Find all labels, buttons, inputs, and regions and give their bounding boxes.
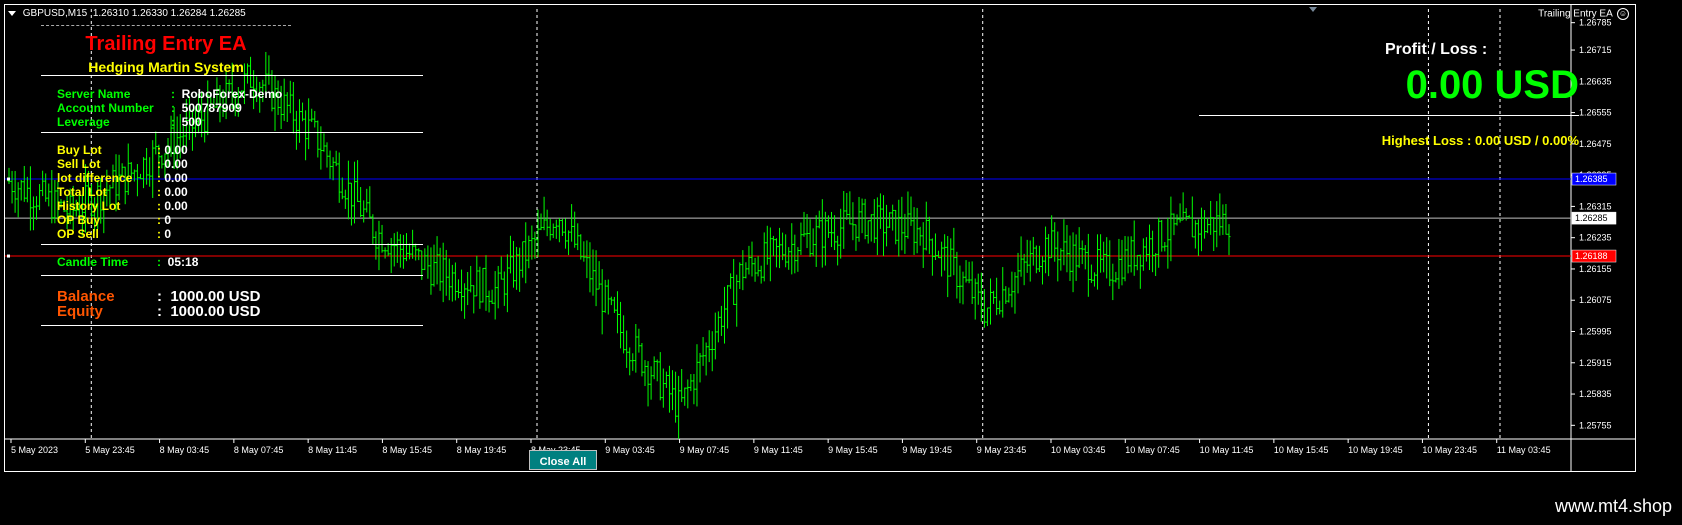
history-lot-row: History Lot: 0.00	[57, 199, 188, 213]
symbol-label: GBPUSD,M15	[22, 8, 88, 19]
server-name-row: Server Name: RoboForex-Demo	[57, 87, 283, 101]
symbol-header: GBPUSD,M15 1.26310 1.26330 1.26284 1.262…	[8, 8, 246, 19]
price-tick-label: 1.25835	[1579, 389, 1612, 399]
price-tick-label: 1.26155	[1579, 264, 1612, 274]
time-tick-label: 8 May 19:45	[457, 445, 507, 455]
time-tick-label: 10 May 03:45	[1051, 445, 1106, 455]
time-tick-label: 9 May 19:45	[902, 445, 952, 455]
panel-divider	[41, 25, 291, 26]
time-tick-label: 8 May 07:45	[234, 445, 284, 455]
chart-window[interactable]: 1.26785 1.26715 1.26635 1.26555 1.26475 1.263…	[4, 4, 1636, 472]
panel-divider	[41, 325, 423, 326]
time-tick-label: 9 May 23:45	[977, 445, 1027, 455]
lot-difference-row: lot difference: 0.00	[57, 171, 188, 185]
panel-title: Trailing Entry EA	[85, 33, 247, 55]
profit-loss-divider	[1199, 115, 1579, 116]
server-name-value: RoboForex-Demo	[181, 87, 283, 101]
account-number-row: Account Number: 500787909	[57, 101, 242, 115]
time-tick-label: 8 May 03:45	[160, 445, 210, 455]
panel-divider	[41, 132, 423, 133]
time-tick-label: 10 May 15:45	[1274, 445, 1329, 455]
price-tick-label: 1.26235	[1579, 233, 1612, 243]
profit-loss-value: 0.00 USD	[1405, 63, 1579, 107]
price-tick-label: 1.25915	[1579, 358, 1612, 368]
highest-loss-text: Highest Loss : 0.00 USD / 0.00%	[1381, 133, 1579, 148]
price-tick-label: 1.26475	[1579, 139, 1612, 149]
profit-loss-label: Profit / Loss :	[1385, 41, 1488, 58]
candle-time-value: 05:18	[167, 255, 199, 269]
leverage-value: 500	[181, 115, 202, 129]
price-tick-label: 1.26635	[1579, 76, 1612, 86]
sell-lot-row: Sell Lot: 0.00	[57, 157, 188, 171]
ea-tag[interactable]: Trailing Entry EA ☺	[1538, 8, 1629, 20]
price-tick-label: 1.25755	[1579, 420, 1612, 430]
candle-time-row: Candle Time: 05:18	[57, 255, 199, 269]
current-price-badge-label: 1.26285	[1575, 213, 1608, 223]
leverage-row: Leverage: 500	[57, 115, 202, 129]
time-tick-label: 9 May 11:45	[754, 445, 803, 455]
price-tick-label: 1.25995	[1579, 327, 1612, 337]
panel-divider	[41, 275, 423, 276]
ea-name: Trailing Entry EA	[1538, 8, 1613, 20]
equity-row: Equity: 1000.00 USD	[57, 303, 261, 320]
op-sell-row: OP Sell: 0	[57, 227, 172, 241]
level-marker	[7, 177, 10, 181]
time-tick-label: 8 May 15:45	[382, 445, 432, 455]
time-tick-label: 10 May 23:45	[1422, 445, 1477, 455]
time-tick-label: 11 May 03:45	[1497, 445, 1551, 455]
smiley-icon[interactable]: ☺	[1617, 8, 1629, 20]
price-tick-label: 1.26315	[1579, 201, 1612, 211]
time-tick-label: 9 May 03:45	[605, 445, 655, 455]
red-level-badge-label: 1.26188	[1575, 251, 1608, 261]
time-tick-label: 9 May 15:45	[828, 445, 878, 455]
dropdown-arrow-icon[interactable]	[8, 10, 16, 16]
time-tick-label: 5 May 2023	[11, 445, 58, 455]
watermark-text: www.mt4.shop	[1554, 496, 1672, 516]
time-tick-label: 10 May 07:45	[1125, 445, 1180, 455]
level-marker	[7, 254, 10, 258]
shift-marker-icon	[1309, 7, 1317, 12]
time-tick-label: 10 May 19:45	[1348, 445, 1403, 455]
blue-level-badge-label: 1.26385	[1575, 174, 1608, 184]
price-tick-label: 1.26075	[1579, 295, 1612, 305]
symbol-ohlc: 1.26310 1.26330 1.26284 1.26285	[92, 8, 246, 19]
time-tick-label: 5 May 23:45	[85, 445, 135, 455]
time-tick-label: 8 May 11:45	[308, 445, 357, 455]
time-tick-label: 10 May 11:45	[1200, 445, 1254, 455]
panel-divider	[41, 244, 423, 245]
panel-subtitle: Hedging Martin System	[88, 59, 244, 75]
close-all-button[interactable]: Close All	[529, 450, 597, 470]
price-tick-label: 1.26715	[1579, 45, 1612, 55]
time-tick-label: 9 May 07:45	[680, 445, 730, 455]
price-tick-label: 1.26555	[1579, 108, 1612, 118]
total-lot-row: Total Lot: 0.00	[57, 185, 188, 199]
footer-strip: www.mt4.shop	[0, 472, 1682, 525]
account-number-value: 500787909	[181, 101, 242, 115]
panel-divider	[41, 75, 423, 76]
op-buy-row: OP Buy: 0	[57, 213, 172, 227]
equity-value: 1000.00 USD	[170, 303, 261, 320]
buy-lot-row: Buy Lot: 0.00	[57, 143, 188, 157]
